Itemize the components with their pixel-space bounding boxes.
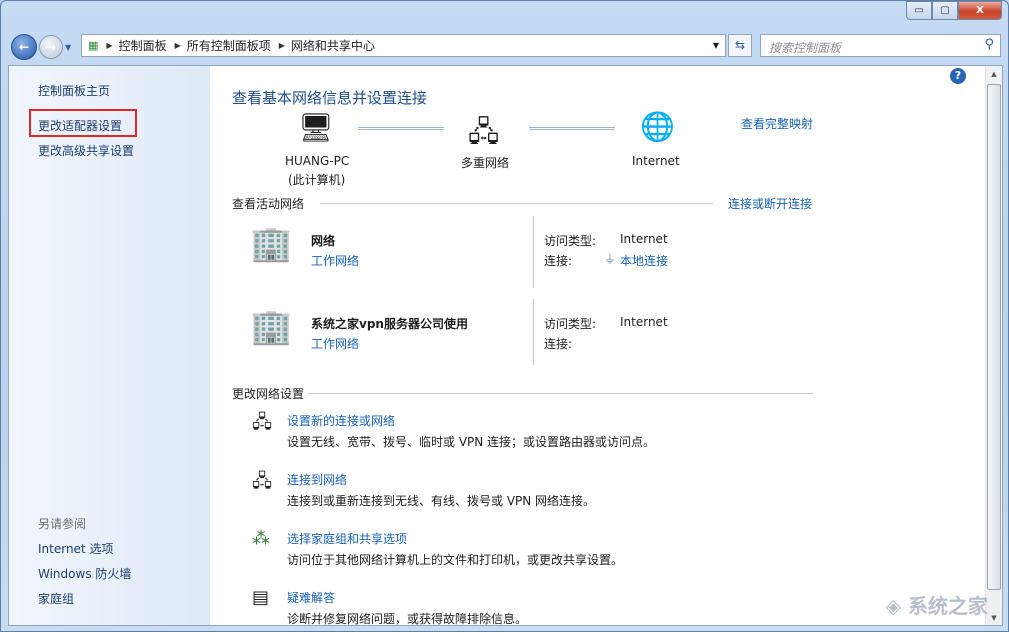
new-connection-icon: 🖧 [252,410,272,440]
vertical-scrollbar[interactable]: ▲ ▼ [985,66,1002,625]
task-description: 访问位于其他网络计算机上的文件和打印机，或更改共享设置。 [287,551,623,568]
task-description: 设置无线、宽带、拨号、临时或 VPN 连接；或设置路由器或访问点。 [287,433,655,450]
network-name: 网络 [311,232,335,249]
task-link[interactable]: 选择家庭组和共享选项 [287,530,407,547]
globe-icon[interactable]: 🌐 [640,110,675,143]
task-link[interactable]: 连接到网络 [287,471,347,488]
network-label: 多重网络 [461,154,509,171]
sidebar: 控制面板主页 更改适配器设置 更改高级共享设置 另请参阅 Internet 选项… [9,66,210,625]
breadcrumb-item[interactable]: 所有控制面板项 [187,37,271,54]
connection-label: 连接: [544,335,572,352]
search-input[interactable]: 搜索控制面板 ⚲ [760,34,1001,57]
change-adapter-settings-link[interactable]: 更改适配器设置 [38,117,122,134]
access-type-value: Internet [620,232,668,246]
maximize-button[interactable]: ▢ [932,1,958,20]
refresh-button[interactable]: ⇆ [728,34,752,57]
multiple-networks-icon[interactable]: 🖧 [468,111,499,159]
see-also-heading: 另请参阅 [38,515,86,532]
network-type-link[interactable]: 工作网络 [311,335,359,352]
network-name: 系统之家vpn服务器公司使用 [311,315,468,332]
network-building-icon[interactable]: 🏢 [250,224,292,264]
watermark-logo: ◈ 系统之家 [886,590,988,619]
control-panel-icon: ▦ [88,39,98,52]
view-full-map-link[interactable]: 查看完整映射 [741,115,813,132]
advanced-sharing-link[interactable]: 更改高级共享设置 [38,142,134,159]
access-type-label: 访问类型: [544,232,596,249]
homegroup-icon: ⁂ [252,528,270,549]
access-type-value: Internet [620,315,668,329]
task-description: 连接到或重新连接到无线、有线、拨号或 VPN 网络连接。 [287,492,595,509]
window: ▭ ▢ X ← → ▼ ▦ ▶控制面板 ▶所有控制面板项 ▶网络和共享中心 ▼ … [0,0,1009,632]
search-placeholder: 搜索控制面板 [769,41,841,55]
search-icon[interactable]: ⚲ [984,37,994,52]
network-type-link[interactable]: 工作网络 [311,252,359,269]
connection-label: 连接: [544,252,572,269]
breadcrumb-item[interactable]: 网络和共享中心 [291,37,375,54]
recent-pages-dropdown-icon[interactable]: ▼ [65,43,71,52]
internet-label: Internet [632,154,680,168]
minimize-button[interactable]: ▭ [906,1,932,20]
forward-button[interactable]: → [39,35,63,59]
local-connection-link[interactable]: 本地连接 [620,252,668,269]
address-bar[interactable]: ▦ ▶控制面板 ▶所有控制面板项 ▶网络和共享中心 ▼ [81,34,726,57]
computer-icon[interactable]: 🖥 [298,111,334,144]
help-icon[interactable]: ? [950,68,966,84]
back-button[interactable]: ← [11,34,37,60]
address-dropdown-icon[interactable]: ▼ [713,41,719,50]
scrollbar-thumb[interactable] [987,84,1001,590]
network-building-icon[interactable]: 🏢 [250,307,292,347]
internet-options-link[interactable]: Internet 选项 [38,540,113,557]
troubleshoot-icon: ▤ [252,587,269,608]
computer-label: HUANG-PC [285,154,349,168]
access-type-label: 访问类型: [544,315,596,332]
homegroup-link[interactable]: 家庭组 [38,590,74,607]
task-description: 诊断并修复网络问题，或获得故障排除信息。 [287,610,527,627]
page-title: 查看基本网络信息并设置连接 [232,87,427,108]
task-link[interactable]: 设置新的连接或网络 [287,412,395,429]
task-link[interactable]: 疑难解答 [287,589,335,606]
active-networks-heading: 查看活动网络 [232,195,304,212]
sidebar-home-link[interactable]: 控制面板主页 [38,82,110,99]
windows-firewall-link[interactable]: Windows 防火墙 [38,565,131,582]
connect-network-icon: 🖧 [252,469,272,499]
close-button[interactable]: X [958,1,1002,20]
change-settings-heading: 更改网络设置 [232,385,304,402]
breadcrumb-item[interactable]: 控制面板 [119,37,167,54]
connect-disconnect-link[interactable]: 连接或断开连接 [728,195,812,212]
main-panel: 查看基本网络信息并设置连接 查看完整映射 🖥 🖧 🌐 HUANG-PC (此计算… [210,66,985,625]
computer-sublabel: (此计算机) [288,171,345,188]
ethernet-plug-icon: ⏚ [604,250,616,267]
